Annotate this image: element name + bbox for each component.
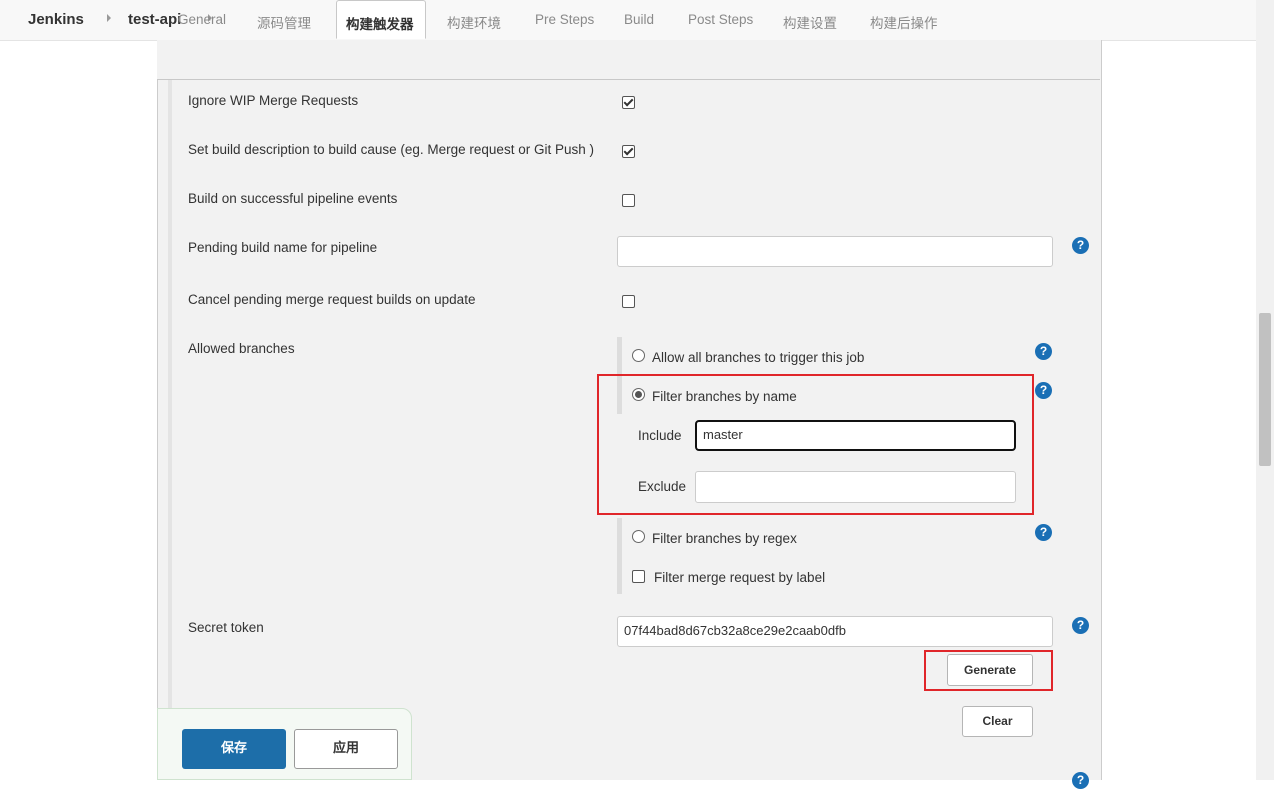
- help-icon[interactable]: ?: [1035, 343, 1052, 360]
- set-build-description-checkbox[interactable]: [622, 145, 635, 158]
- help-icon[interactable]: ?: [1072, 237, 1089, 254]
- help-icon[interactable]: ?: [1035, 382, 1052, 399]
- tab-build-triggers[interactable]: 构建触发器: [336, 0, 426, 39]
- tab-post-steps[interactable]: Post Steps: [688, 12, 753, 27]
- secret-token-label: Secret token: [188, 620, 264, 635]
- allow-all-branches-label[interactable]: Allow all branches to trigger this job: [652, 350, 864, 365]
- secret-token-input[interactable]: 07f44bad8d67cb32a8ce29e2caab0dfb: [617, 616, 1053, 647]
- breadcrumb-job[interactable]: test-api: [128, 11, 181, 28]
- chevron-right-icon: [107, 14, 111, 22]
- ignore-wip-label: Ignore WIP Merge Requests: [188, 93, 359, 108]
- breadcrumb-jenkins[interactable]: Jenkins: [28, 11, 84, 28]
- allowed-branches-label: Allowed branches: [188, 341, 295, 356]
- allow-all-branches-radio[interactable]: [632, 349, 645, 362]
- filter-by-regex-radio[interactable]: [632, 530, 645, 543]
- config-tab-bar: [157, 40, 1100, 80]
- help-icon[interactable]: ?: [1072, 617, 1089, 634]
- pending-build-name-input[interactable]: [617, 236, 1053, 267]
- tab-build[interactable]: Build: [624, 12, 654, 27]
- cancel-pending-label: Cancel pending merge request builds on u…: [188, 292, 476, 307]
- vertical-scrollbar-thumb[interactable]: [1259, 313, 1271, 466]
- save-button[interactable]: 保存: [182, 729, 286, 769]
- set-build-description-label: Set build description to build cause (eg…: [188, 142, 594, 157]
- tab-build-environment[interactable]: 构建环境: [447, 12, 501, 32]
- filter-by-label-checkbox[interactable]: [632, 570, 645, 583]
- radio-group-bar: [617, 518, 622, 594]
- build-on-pipeline-label: Build on successful pipeline events: [188, 191, 398, 206]
- tab-source-code[interactable]: 源码管理: [257, 12, 311, 32]
- tab-general[interactable]: General: [178, 12, 226, 27]
- filter-by-label-label[interactable]: Filter merge request by label: [654, 570, 825, 585]
- cancel-pending-checkbox[interactable]: [622, 295, 635, 308]
- highlight-box: [924, 650, 1053, 691]
- build-on-pipeline-checkbox[interactable]: [622, 194, 635, 207]
- apply-button[interactable]: 应用: [294, 729, 398, 769]
- section-left-border: [168, 80, 172, 780]
- ignore-wip-checkbox[interactable]: [622, 96, 635, 109]
- help-icon[interactable]: ?: [1035, 524, 1052, 541]
- tab-build-settings[interactable]: 构建设置: [783, 12, 837, 32]
- highlight-box: [597, 374, 1034, 515]
- filter-by-regex-label[interactable]: Filter branches by regex: [652, 531, 797, 546]
- pending-build-name-label: Pending build name for pipeline: [188, 240, 378, 255]
- help-icon[interactable]: ?: [1072, 772, 1089, 789]
- radio-group-bar: [617, 337, 622, 375]
- tab-post-build-actions[interactable]: 构建后操作: [870, 12, 938, 32]
- clear-button[interactable]: Clear: [962, 706, 1033, 737]
- tab-pre-steps[interactable]: Pre Steps: [535, 12, 594, 27]
